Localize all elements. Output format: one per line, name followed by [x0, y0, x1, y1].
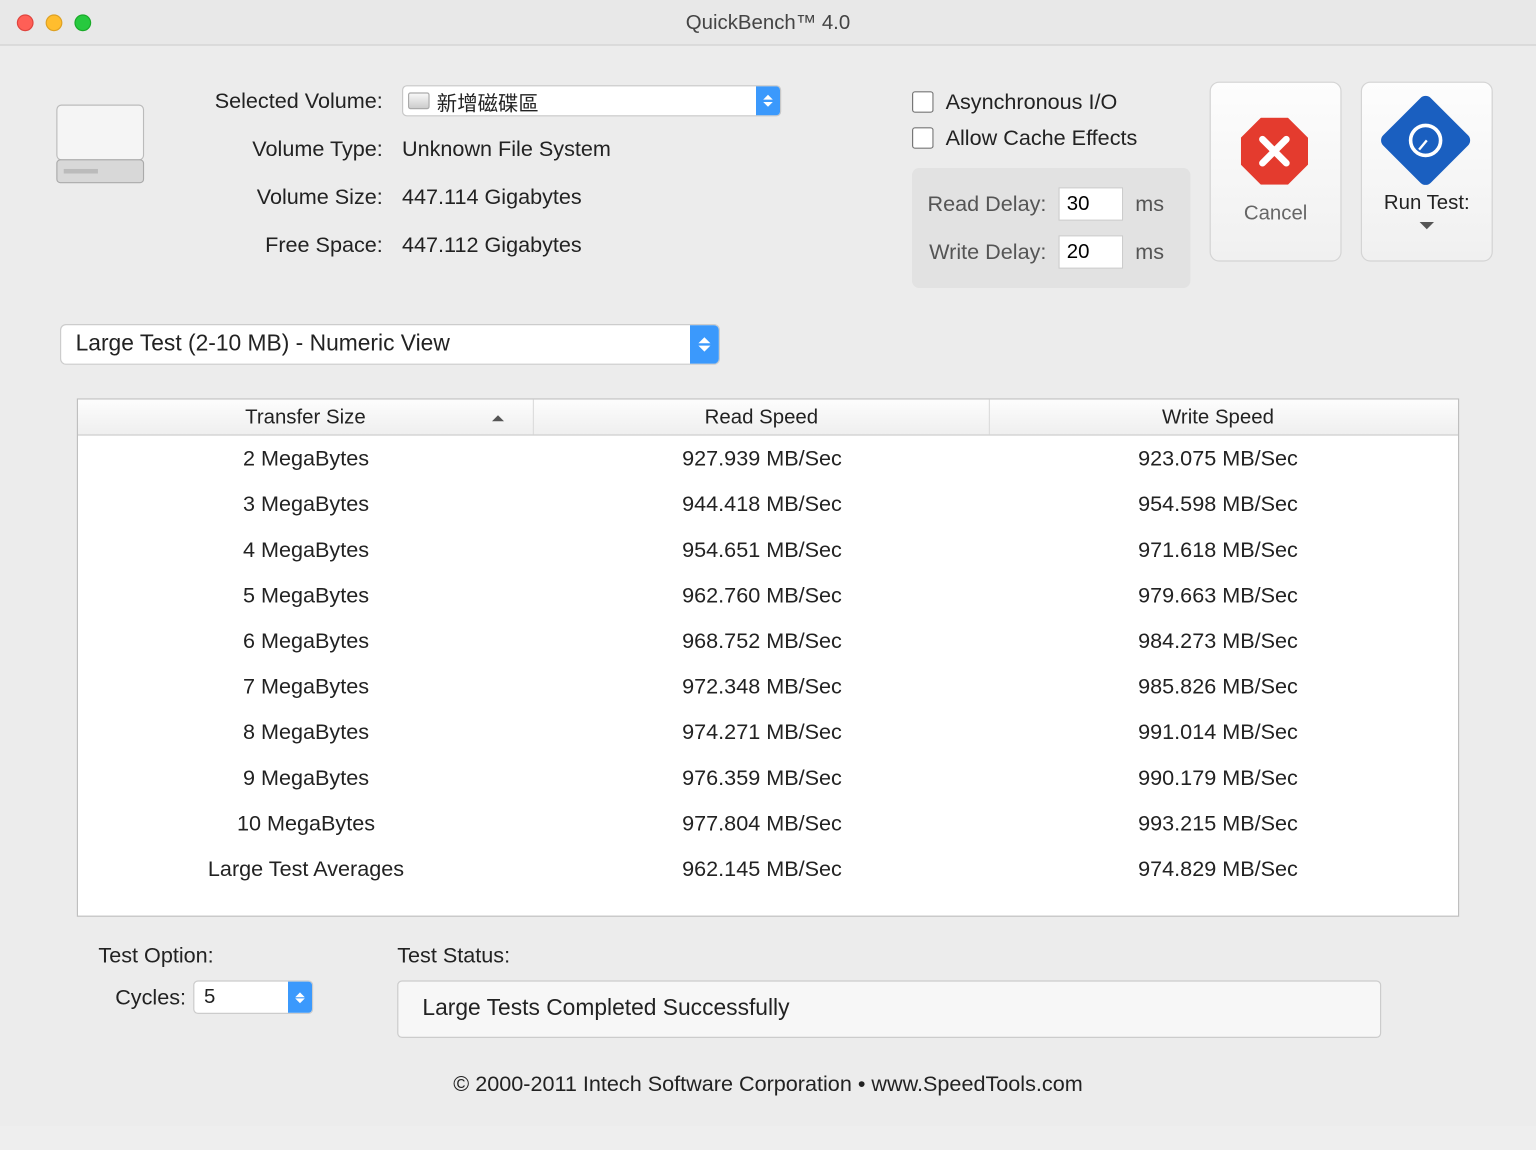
cell-read: 968.752 MB/Sec	[534, 628, 990, 653]
cell-size: 5 MegaBytes	[78, 583, 534, 608]
cell-write: 954.598 MB/Sec	[990, 491, 1446, 516]
footer-text: © 2000-2011 Intech Software Corporation …	[43, 1038, 1493, 1116]
test-option-label: Test Option:	[98, 943, 313, 968]
volume-mini-icon	[408, 92, 430, 109]
run-test-button[interactable]: Run Test:	[1361, 82, 1493, 262]
table-row: Large Test Averages962.145 MB/Sec974.829…	[78, 846, 1458, 892]
dropdown-caret-icon	[690, 325, 719, 363]
table-row: 5 MegaBytes962.760 MB/Sec979.663 MB/Sec	[78, 572, 1458, 618]
allow-cache-checkbox[interactable]: Allow Cache Effects	[912, 120, 1190, 156]
write-delay-input[interactable]	[1058, 235, 1123, 269]
window-title: QuickBench™ 4.0	[0, 10, 1536, 34]
cancel-button[interactable]: Cancel	[1210, 82, 1342, 262]
cell-size: 6 MegaBytes	[78, 628, 534, 653]
cell-read: 977.804 MB/Sec	[534, 811, 990, 836]
cell-read: 976.359 MB/Sec	[534, 765, 990, 790]
cancel-label: Cancel	[1244, 202, 1308, 226]
table-row: 9 MegaBytes976.359 MB/Sec990.179 MB/Sec	[78, 755, 1458, 801]
table-row: 3 MegaBytes944.418 MB/Sec954.598 MB/Sec	[78, 481, 1458, 527]
cell-write: 971.618 MB/Sec	[990, 537, 1446, 562]
ms-unit: ms	[1135, 239, 1164, 264]
col-transfer-size[interactable]: Transfer Size	[78, 400, 534, 435]
volume-type-value: Unknown File System	[402, 136, 611, 161]
cell-size: Large Test Averages	[78, 856, 534, 881]
cell-read: 962.760 MB/Sec	[534, 583, 990, 608]
table-row: 8 MegaBytes974.271 MB/Sec991.014 MB/Sec	[78, 709, 1458, 755]
cell-write: 990.179 MB/Sec	[990, 765, 1446, 790]
drive-icon	[43, 82, 157, 202]
cell-read: 954.651 MB/Sec	[534, 537, 990, 562]
delay-panel: Read Delay: ms Write Delay: ms	[912, 168, 1190, 288]
free-space-value: 447.112 Gigabytes	[402, 232, 582, 257]
async-io-checkbox[interactable]: Asynchronous I/O	[912, 84, 1190, 120]
cell-write: 979.663 MB/Sec	[990, 583, 1446, 608]
test-status-value: Large Tests Completed Successfully	[397, 980, 1381, 1038]
volume-info: Selected Volume: 新增磁碟區 Volume Type: Unkn…	[179, 77, 781, 269]
cell-read: 962.145 MB/Sec	[534, 856, 990, 881]
results-table: Transfer Size Read Speed Write Speed 2 M…	[77, 398, 1459, 916]
read-delay-input[interactable]	[1058, 187, 1123, 221]
cell-read: 927.939 MB/Sec	[534, 446, 990, 471]
table-row: 4 MegaBytes954.651 MB/Sec971.618 MB/Sec	[78, 527, 1458, 573]
table-row: 10 MegaBytes977.804 MB/Sec993.215 MB/Sec	[78, 800, 1458, 846]
cell-read: 974.271 MB/Sec	[534, 719, 990, 744]
cell-write: 984.273 MB/Sec	[990, 628, 1446, 653]
write-delay-label: Write Delay:	[926, 239, 1058, 264]
selected-volume-label: Selected Volume:	[179, 88, 402, 113]
ms-unit: ms	[1135, 191, 1164, 216]
stop-icon	[1241, 118, 1311, 188]
cell-read: 972.348 MB/Sec	[534, 674, 990, 699]
cell-size: 8 MegaBytes	[78, 719, 534, 744]
stepper-caret-icon	[288, 982, 312, 1013]
volume-size-label: Volume Size:	[179, 184, 402, 209]
run-test-label: Run Test:	[1384, 191, 1470, 215]
test-mode-selector[interactable]: Large Test (2-10 MB) - Numeric View	[60, 324, 720, 365]
col-write-speed[interactable]: Write Speed	[990, 400, 1446, 435]
volume-selector[interactable]: 新增磁碟區	[402, 85, 781, 116]
test-mode-value: Large Test (2-10 MB) - Numeric View	[76, 331, 450, 357]
chevron-down-icon	[1420, 222, 1434, 236]
stopwatch-icon	[1392, 107, 1462, 177]
cycles-stepper[interactable]: 5	[193, 980, 313, 1014]
cell-size: 10 MegaBytes	[78, 811, 534, 836]
cell-size: 9 MegaBytes	[78, 765, 534, 790]
cell-write: 923.075 MB/Sec	[990, 446, 1446, 471]
dropdown-caret-icon	[756, 86, 780, 115]
cell-write: 991.014 MB/Sec	[990, 719, 1446, 744]
cell-size: 4 MegaBytes	[78, 537, 534, 562]
cycles-value: 5	[204, 985, 215, 1009]
cell-size: 7 MegaBytes	[78, 674, 534, 699]
cycles-label: Cycles:	[115, 985, 186, 1010]
cell-write: 993.215 MB/Sec	[990, 811, 1446, 836]
volume-name: 新增磁碟區	[437, 86, 539, 116]
cell-read: 944.418 MB/Sec	[534, 491, 990, 516]
volume-type-label: Volume Type:	[179, 136, 402, 161]
table-row: 2 MegaBytes927.939 MB/Sec923.075 MB/Sec	[78, 436, 1458, 482]
allow-cache-label: Allow Cache Effects	[946, 125, 1138, 150]
col-read-speed[interactable]: Read Speed	[534, 400, 990, 435]
table-row: 6 MegaBytes968.752 MB/Sec984.273 MB/Sec	[78, 618, 1458, 664]
test-status-label: Test Status:	[397, 943, 1459, 968]
titlebar: QuickBench™ 4.0	[0, 0, 1536, 46]
volume-size-value: 447.114 Gigabytes	[402, 184, 582, 209]
cell-size: 3 MegaBytes	[78, 491, 534, 516]
cell-size: 2 MegaBytes	[78, 446, 534, 471]
cell-write: 985.826 MB/Sec	[990, 674, 1446, 699]
cell-write: 974.829 MB/Sec	[990, 856, 1446, 881]
table-row: 7 MegaBytes972.348 MB/Sec985.826 MB/Sec	[78, 664, 1458, 710]
free-space-label: Free Space:	[179, 232, 402, 257]
read-delay-label: Read Delay:	[926, 191, 1058, 216]
async-io-label: Asynchronous I/O	[946, 89, 1118, 114]
app-window: QuickBench™ 4.0 Selected Volume: 新增磁碟區 V…	[0, 0, 1536, 1126]
